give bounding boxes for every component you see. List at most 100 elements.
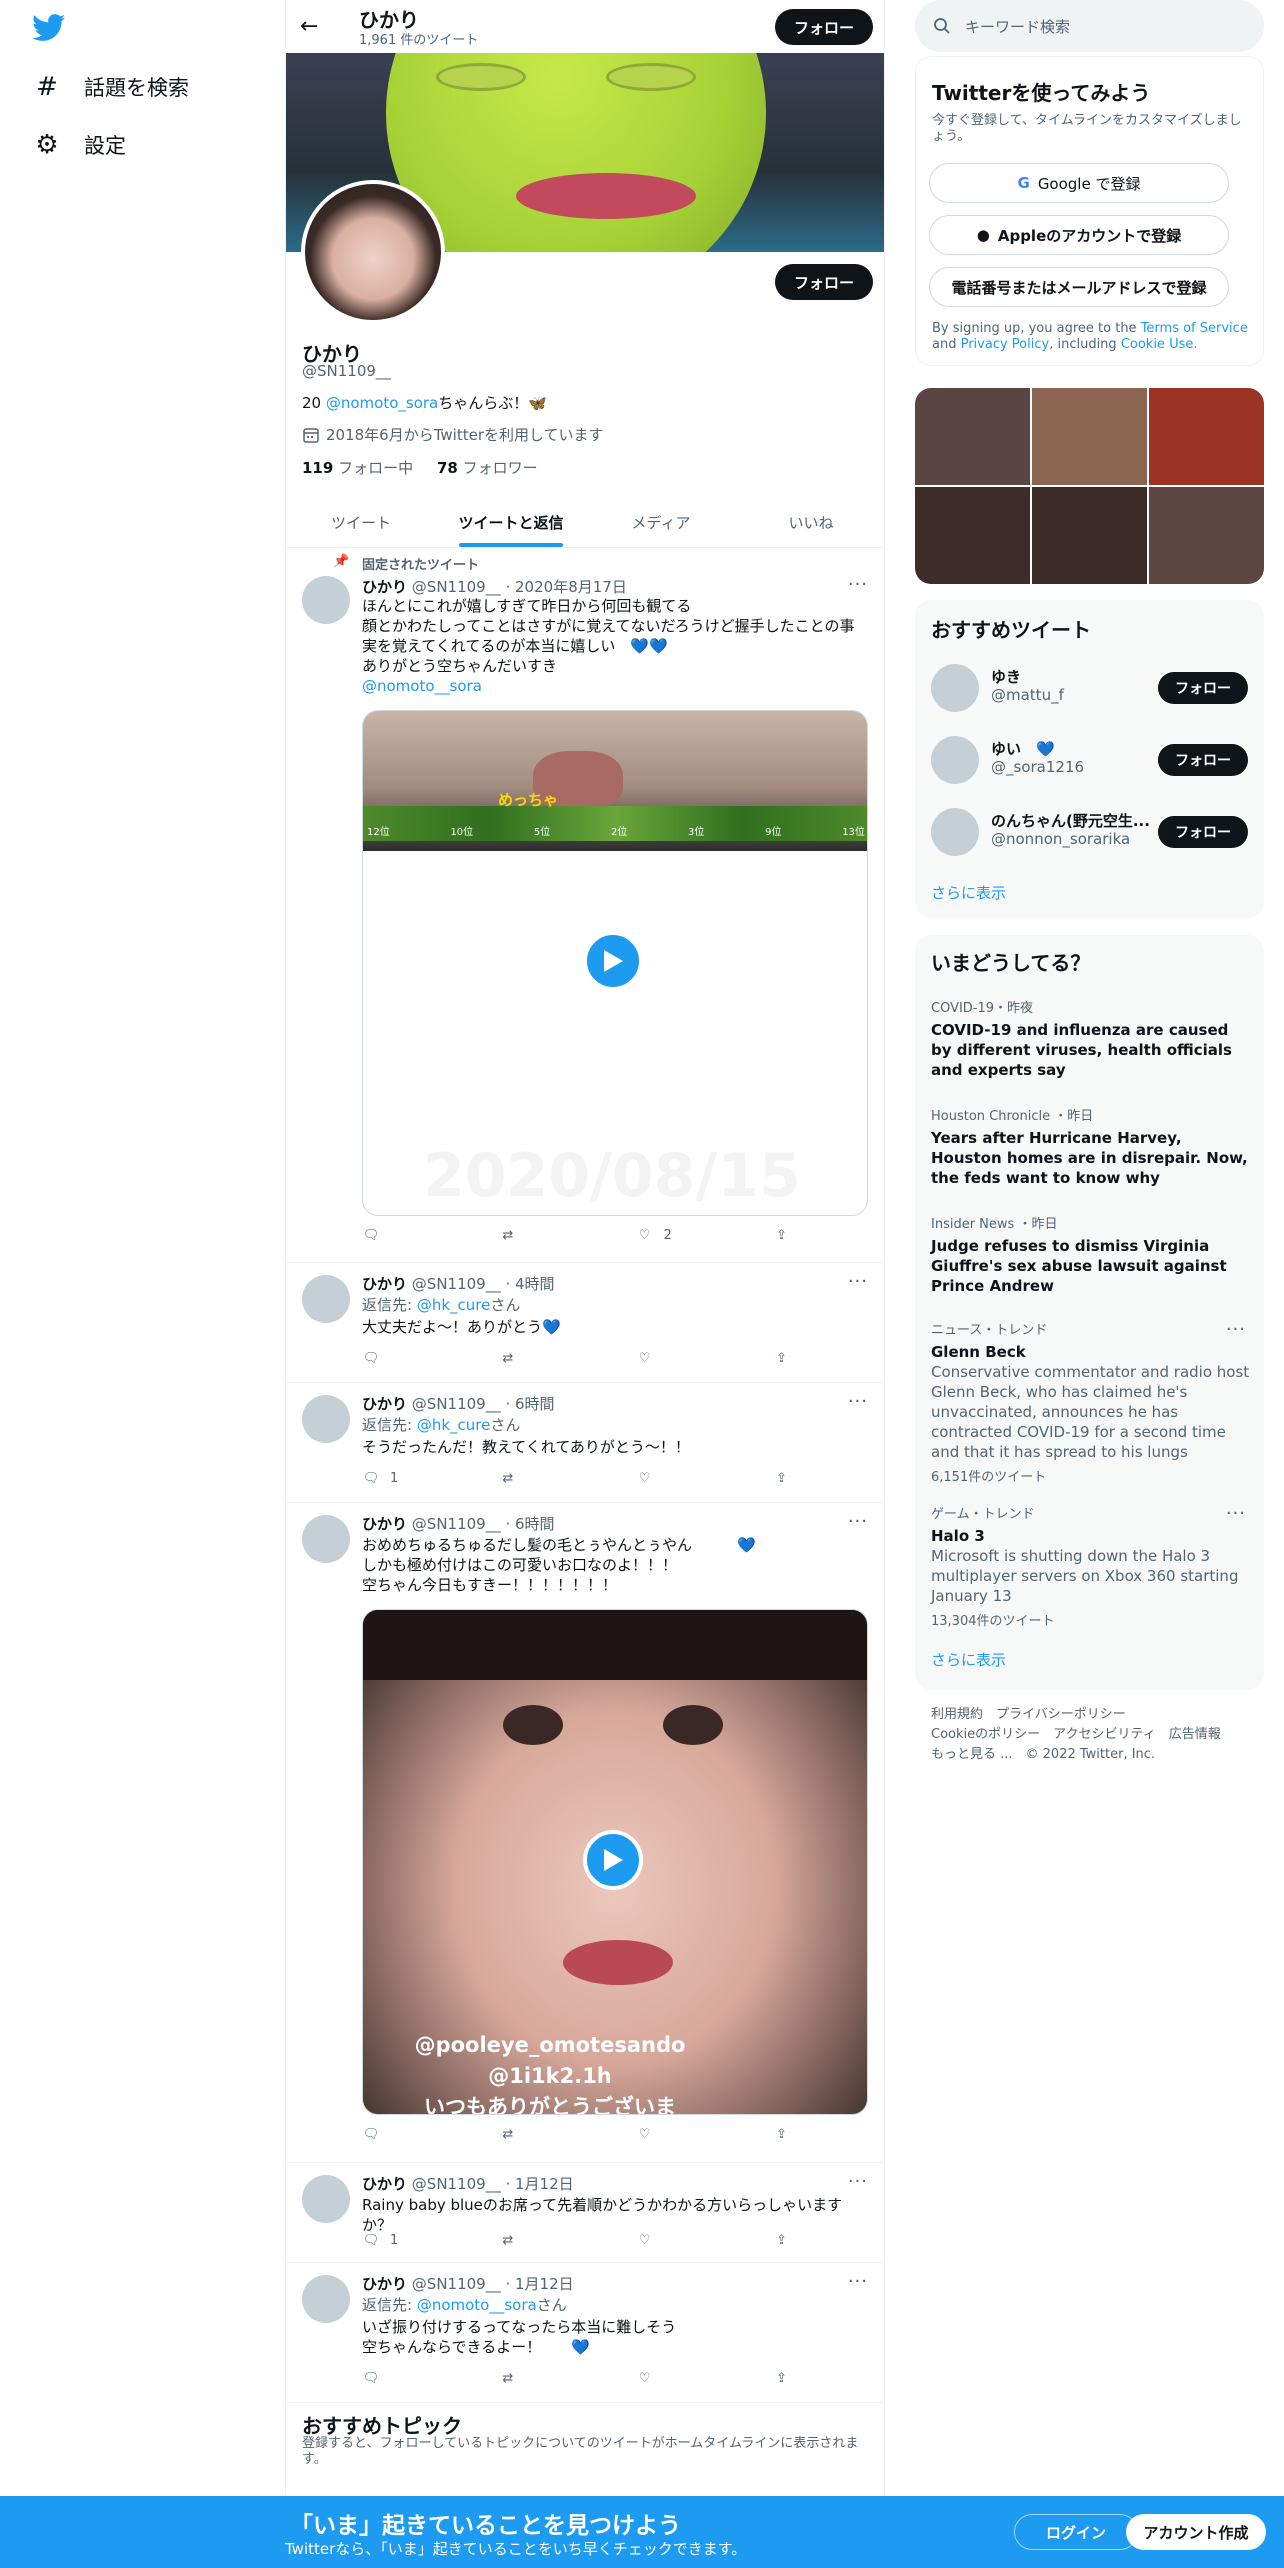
like-button[interactable]: ♡ 2 [636, 1226, 773, 1244]
avatar[interactable] [931, 664, 979, 712]
reply-button[interactable]: 🗨 1 [362, 2231, 499, 2249]
follow-button[interactable]: フォロー [1158, 672, 1248, 704]
retweet-button[interactable]: ⇄ [499, 1226, 636, 1244]
user-row[interactable]: のんちゃん(野元空生... @nonnon_sorarika フォロー [931, 798, 1251, 870]
share-button[interactable]: ⇪ [772, 2369, 792, 2387]
tweet-pinned[interactable]: 📌 固定されたツイート ひかり @SN1109__ · 2020年8月17日 ·… [286, 548, 884, 1263]
tweet[interactable]: ひかり @SN1109__ · 6時間 ··· おめめちゅるちゅるだし髪の毛とぅ… [286, 1503, 884, 2163]
avatar[interactable] [302, 1515, 350, 1563]
more-icon[interactable]: ··· [848, 2171, 868, 2192]
apple-signup-button[interactable]: ● Appleのアカウントで登録 [929, 215, 1229, 255]
avatar[interactable] [302, 576, 350, 624]
avatar[interactable] [302, 2175, 350, 2223]
photo-thumb[interactable] [915, 487, 1030, 584]
tweet-author[interactable]: ひかり [362, 1275, 407, 1293]
show-more-link[interactable]: さらに表示 [931, 1649, 1006, 1670]
tweet-author[interactable]: ひかり [362, 1515, 407, 1533]
google-signup-button[interactable]: G Google で登録 [929, 163, 1229, 203]
trend-item[interactable]: Houston Chronicle ・昨日 Years after Hurric… [931, 1105, 1251, 1188]
reply-button[interactable]: 🗨 [362, 2125, 499, 2143]
show-more-link[interactable]: さらに表示 [931, 882, 1006, 903]
play-icon[interactable] [583, 931, 643, 991]
trend-item[interactable]: ゲーム・トレンド Halo 3 Microsoft is shutting do… [931, 1503, 1251, 1629]
like-button[interactable]: ♡ [636, 2125, 773, 2143]
avatar[interactable] [302, 1395, 350, 1443]
retweet-button[interactable]: ⇄ [499, 2369, 636, 2387]
user-row[interactable]: ゆき @mattu_f フォロー [931, 654, 1251, 726]
more-icon[interactable]: ··· [848, 1271, 868, 1292]
photo-thumb[interactable] [1149, 487, 1264, 584]
more-icon[interactable]: ··· [1226, 1319, 1246, 1340]
header-follow-button[interactable]: フォロー [775, 9, 873, 45]
share-button[interactable]: ⇪ [772, 1469, 792, 1487]
footer-line[interactable]: Cookieのポリシー アクセシビリティ 広告情報 [931, 1725, 1251, 1745]
footer-line[interactable]: もっと見る ... © 2022 Twitter, Inc. [931, 1745, 1251, 1765]
trend-item[interactable]: Insider News ・昨日 Judge refuses to dismis… [931, 1213, 1251, 1296]
terms-link[interactable]: Terms of Service [1141, 321, 1248, 336]
reply-button[interactable]: 🗨 [362, 2369, 499, 2387]
tweet[interactable]: ひかり @SN1109__ · 1月12日 ··· 返信先: @nomoto__… [286, 2263, 884, 2403]
more-icon[interactable]: ··· [848, 1511, 868, 1532]
share-button[interactable]: ⇪ [772, 2125, 792, 2143]
follow-button[interactable]: フォロー [1158, 816, 1248, 848]
more-icon[interactable]: ··· [848, 2271, 868, 2292]
reply-button[interactable]: 🗨 [362, 1349, 499, 1367]
footer-line[interactable]: 利用規約 プライバシーポリシー [931, 1705, 1251, 1725]
tweet-author[interactable]: ひかり [362, 2175, 407, 2193]
tweet-mention-link[interactable]: @nomoto__sora [362, 676, 872, 696]
tab-tweets[interactable]: ツイート [286, 498, 436, 547]
photo-thumb[interactable] [1149, 388, 1264, 485]
signup-button[interactable]: アカウント作成 [1126, 2514, 1266, 2550]
retweet-button[interactable]: ⇄ [499, 1469, 636, 1487]
tweet[interactable]: ひかり @SN1109__ · 4時間 ··· 返信先: @hk_cureさん … [286, 1263, 884, 1383]
avatar[interactable] [302, 1275, 350, 1323]
tweet-video[interactable]: めっちゃ 12位 10位 5位 2位 3位 9位 13位 2020/08/15 [362, 710, 868, 1216]
trend-item[interactable]: COVID-19・昨夜 COVID-19 and influenza are c… [931, 997, 1251, 1080]
tab-tweets-and-replies[interactable]: ツイートと返信 [436, 498, 586, 547]
like-button[interactable]: ♡ [636, 1349, 773, 1367]
retweet-button[interactable]: ⇄ [499, 2231, 636, 2249]
reply-to-link[interactable]: @hk_cure [417, 1416, 491, 1434]
tweet-author[interactable]: ひかり [362, 2275, 407, 2293]
play-icon[interactable] [583, 1830, 643, 1890]
login-button[interactable]: ログイン [1014, 2514, 1138, 2550]
follow-button[interactable]: フォロー [1158, 744, 1248, 776]
tweet[interactable]: ひかり @SN1109__ · 1月12日 ··· Rainy baby blu… [286, 2163, 884, 2263]
share-button[interactable]: ⇪ [772, 2231, 792, 2249]
avatar[interactable] [931, 736, 979, 784]
nav-settings[interactable]: ⚙ 設定 [34, 130, 126, 160]
tweet-video[interactable]: @pooleye_omotesando @1i1k2.1h いつもありがとうござ… [362, 1609, 868, 2115]
photo-thumb[interactable] [915, 388, 1030, 485]
bio-mention-link[interactable]: @nomoto_sora [326, 394, 438, 412]
user-row[interactable]: ゆい 💙 @_sora1216 フォロー [931, 726, 1251, 798]
cookie-link[interactable]: Cookie Use. [1121, 337, 1198, 352]
tweet[interactable]: ひかり @SN1109__ · 6時間 ··· 返信先: @hk_cureさん … [286, 1383, 884, 1503]
tab-likes[interactable]: いいね [736, 498, 884, 547]
tweet-author[interactable]: ひかり [362, 578, 407, 596]
nav-explore[interactable]: # 話題を検索 [34, 72, 189, 102]
twitter-logo-icon[interactable] [32, 14, 66, 42]
profile-follow-button[interactable]: フォロー [775, 264, 873, 300]
reply-button[interactable]: 🗨 [362, 1226, 499, 1244]
search-input[interactable]: キーワード検索 [915, 0, 1264, 52]
like-button[interactable]: ♡ [636, 2231, 773, 2249]
profile-avatar[interactable] [301, 180, 445, 324]
avatar[interactable] [302, 2275, 350, 2323]
share-button[interactable]: ⇪ [772, 1349, 792, 1367]
like-button[interactable]: ♡ [636, 2369, 773, 2387]
privacy-link[interactable]: Privacy Policy [961, 337, 1050, 352]
reply-to-link[interactable]: @nomoto__sora [417, 2296, 537, 2314]
avatar[interactable] [931, 808, 979, 856]
reply-to-link[interactable]: @hk_cure [417, 1296, 491, 1314]
like-button[interactable]: ♡ [636, 1469, 773, 1487]
phone-signup-button[interactable]: 電話番号またはメールアドレスで登録 [929, 267, 1229, 307]
followers-link[interactable]: 78 フォロワー [437, 459, 538, 477]
reply-button[interactable]: 🗨 1 [362, 1469, 499, 1487]
more-icon[interactable]: ··· [848, 1391, 868, 1412]
tab-media[interactable]: メディア [586, 498, 736, 547]
photo-thumb[interactable] [1032, 487, 1147, 584]
photo-thumb[interactable] [1032, 388, 1147, 485]
share-button[interactable]: ⇪ [772, 1226, 792, 1244]
following-link[interactable]: 119 フォロー中 [302, 459, 413, 477]
tweet-author[interactable]: ひかり [362, 1395, 407, 1413]
